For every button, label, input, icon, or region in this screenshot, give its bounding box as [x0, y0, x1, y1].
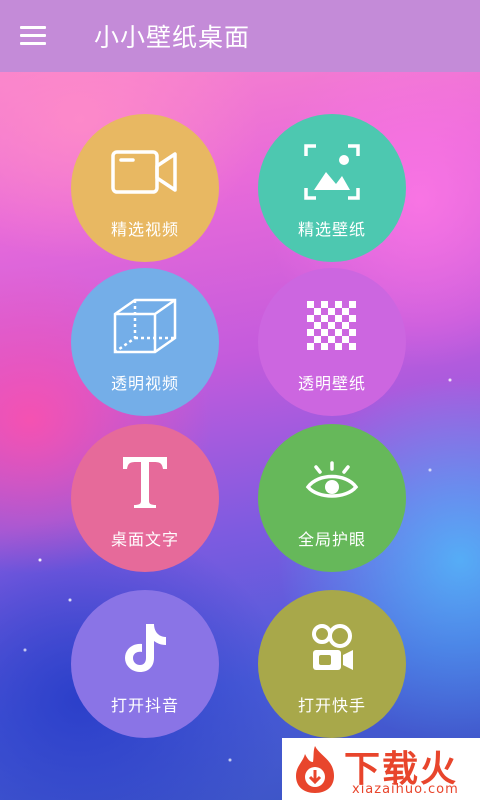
tile-featured-wallpaper[interactable]: 精选壁纸 [258, 114, 406, 262]
tile-transparent-wallpaper[interactable]: 透明壁纸 [258, 268, 406, 416]
tiktok-icon [109, 616, 181, 680]
tile-open-douyin[interactable]: 打开抖音 [71, 590, 219, 738]
kuaishou-icon [296, 616, 368, 680]
tile-transparent-video[interactable]: 透明视频 [71, 268, 219, 416]
page-title: 小小壁纸桌面 [94, 23, 251, 52]
watermark-site: xiazaihuo.com [352, 782, 459, 797]
tile-label: 透明壁纸 [297, 374, 366, 393]
eye-icon [296, 450, 368, 514]
app-bar: 小小壁纸桌面 [0, 0, 480, 72]
tile-label: 精选视频 [110, 220, 179, 239]
flame-logo-icon [296, 746, 334, 793]
cube-icon [109, 294, 181, 358]
tile-label: 精选壁纸 [297, 220, 366, 239]
tile-desktop-text[interactable]: 桌面文字 [71, 424, 219, 572]
text-t-icon [109, 450, 181, 514]
tile-label: 全局护眼 [297, 530, 366, 549]
tile-label: 打开快手 [297, 696, 366, 715]
tile-label: 透明视频 [110, 374, 179, 393]
image-frame-icon [296, 140, 368, 204]
tile-featured-video[interactable]: 精选视频 [71, 114, 219, 262]
tile-label: 打开抖音 [110, 696, 179, 715]
tile-eye-protection[interactable]: 全局护眼 [258, 424, 406, 572]
menu-icon[interactable] [20, 26, 48, 46]
watermark-banner: 下载火 xiazaihuo.com [282, 738, 480, 800]
tile-label: 桌面文字 [110, 530, 179, 549]
checkerboard-icon [296, 294, 368, 358]
tile-open-kuaishou[interactable]: 打开快手 [258, 590, 406, 738]
video-camera-icon [109, 140, 181, 204]
